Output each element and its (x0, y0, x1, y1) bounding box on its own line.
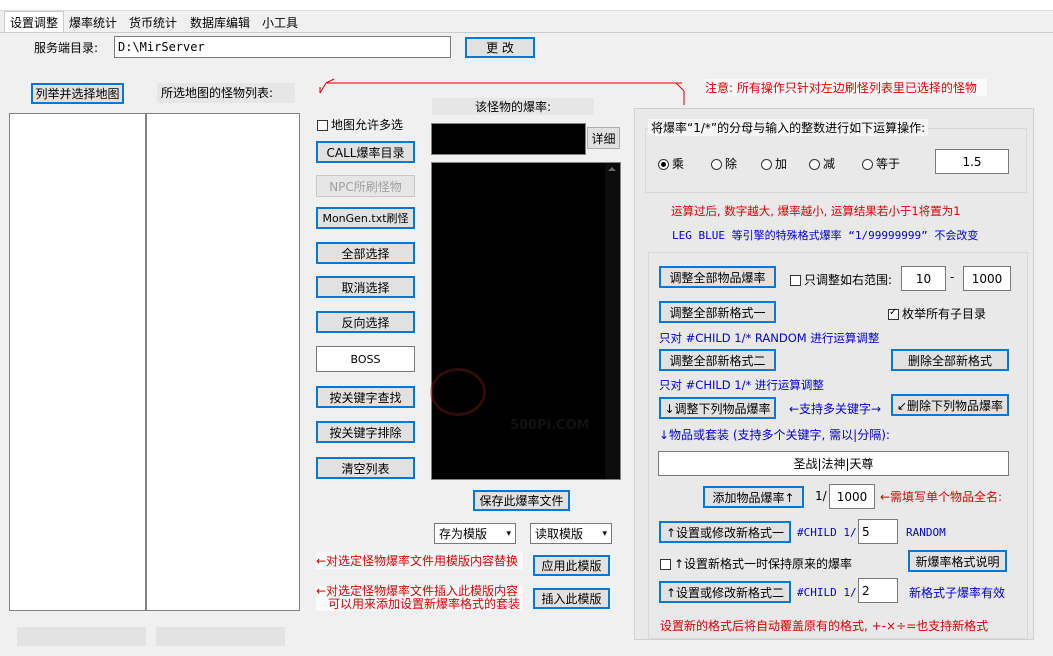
tab-underline (0, 32, 1053, 33)
calc-hint-blue: LEG BLUE 等引擎的特殊格式爆率 “1/99999999” 不会改变 (672, 229, 979, 242)
add-prefix: 1/ (815, 489, 827, 503)
list-maps-button[interactable]: 列举并选择地图 (31, 83, 124, 104)
op-equal[interactable]: 等于 (862, 155, 900, 172)
range-dash: - (950, 270, 955, 284)
enum-subdirs-check[interactable]: 枚举所有子目录 (888, 305, 986, 322)
tab-drop-stats[interactable]: 爆率统计 (64, 12, 122, 32)
delete-new-button[interactable]: 删除全部新格式 (891, 349, 1009, 371)
map-list-footer (17, 627, 146, 646)
op-add[interactable]: 加 (761, 155, 787, 172)
select-all-button[interactable]: 全部选择 (316, 242, 415, 264)
radio-icon (711, 159, 722, 170)
range-to-input[interactable]: 1000 (963, 266, 1011, 291)
adjust-all-button[interactable]: 调整全部物品爆率 (659, 266, 776, 288)
allow-multi-map-check[interactable]: 地图允许多选 (317, 116, 403, 133)
monster-list-label: 所选地图的怪物列表: (157, 83, 295, 103)
operation-title: 将爆率“1/*”的分母与输入的整数进行如下运算操作: (648, 119, 929, 136)
apply-template-note: ←对选定怪物爆率文件用模版内容替换 (316, 552, 523, 569)
adjust-below-button[interactable]: ↓调整下列物品爆率 (659, 397, 776, 419)
watermark-text: 500Pi.COM (510, 418, 590, 433)
add-item-rate-button[interactable]: 添加物品爆率↑ (703, 486, 804, 508)
tab-tools[interactable]: 小工具 (257, 12, 303, 32)
keyword-find-button[interactable]: 按关键字查找 (316, 386, 415, 408)
deselect-button[interactable]: 取消选择 (316, 276, 415, 298)
note-child-random: 只对 #CHILD 1/* RANDOM 进行运算调整 (659, 331, 880, 345)
tab-db-edit[interactable]: 数据库编辑 (185, 12, 255, 32)
op-subtract[interactable]: 减 (809, 155, 835, 172)
checkbox-icon (790, 275, 801, 286)
range-check[interactable]: 只调整如右范围: (790, 271, 892, 288)
server-dir-input[interactable]: D:\MirServer (114, 36, 451, 58)
call-drop-dir-button[interactable]: CALL爆率目录 (316, 141, 415, 163)
calc-hint-red: 运算过后, 数字越大, 爆率越小, 运算结果若小于1将置为1 (671, 204, 961, 218)
tab-currency-stats[interactable]: 货币统计 (124, 12, 182, 32)
server-dir-label: 服务端目录: (34, 41, 99, 55)
op-multiply[interactable]: 乘 (658, 155, 684, 172)
keep-original-check[interactable]: ↑设置新格式一时保持原来的爆率 (660, 555, 852, 572)
change-dir-button[interactable]: 更 改 (465, 37, 535, 58)
title-bar (0, 0, 1053, 11)
insert-template-button[interactable]: 插入此模版 (533, 588, 610, 609)
adjust-new1-button[interactable]: 调整全部新格式一 (659, 301, 776, 323)
drop-rate-summary (431, 123, 586, 155)
notice-text: 注意: 所有操作只针对左边刷怪列表里已选择的怪物 (705, 79, 987, 96)
editor-scrollbar[interactable] (605, 163, 620, 479)
new-format-help-button[interactable]: 新爆率格式说明 (908, 550, 1007, 572)
radio-icon (862, 159, 873, 170)
set-new2-button[interactable]: ↑设置或修改新格式二 (659, 581, 791, 603)
new2-rate-input[interactable]: 2 (858, 578, 898, 603)
boss-keyword-input[interactable]: BOSS (316, 346, 415, 372)
child-prefix-1: #CHILD 1/ (797, 526, 857, 539)
npc-monster-button[interactable]: NPC所刷怪物 (316, 175, 415, 197)
adjust-new2-button[interactable]: 调整全部新格式二 (659, 349, 776, 371)
radio-icon (761, 159, 772, 170)
item-keyword-input[interactable]: 圣战|法神|天尊 (658, 451, 1009, 476)
new2-note: 新格式子爆率有效 (909, 586, 1006, 600)
save-drop-file-button[interactable]: 保存此爆率文件 (473, 490, 570, 511)
apply-template-button[interactable]: 应用此模版 (533, 555, 610, 576)
child-prefix-2: #CHILD 1/ (797, 586, 857, 599)
note-child: 只对 #CHILD 1/* 进行运算调整 (659, 378, 824, 392)
range-from-input[interactable]: 10 (901, 266, 946, 291)
multi-keyword-note: ←支持多关键字→ (789, 402, 882, 416)
delete-below-button[interactable]: ↙删除下列物品爆率 (891, 394, 1009, 416)
insert-template-note: ←对选定怪物爆率文件插入此模版内容 可以用来添加设置新爆率格式的套装 (316, 585, 523, 611)
radio-icon (658, 159, 669, 170)
scroll-up-icon[interactable] (608, 167, 616, 171)
chevron-down-icon: ▾ (506, 528, 511, 539)
watermark-logo-icon (430, 368, 486, 416)
op-divide[interactable]: 除 (711, 155, 737, 172)
checkbox-icon (660, 559, 671, 570)
monster-list-footer (156, 627, 285, 646)
keyword-exclude-button[interactable]: 按关键字排除 (316, 421, 415, 443)
op-value-input[interactable]: 1.5 (935, 149, 1009, 174)
checkbox-icon (317, 120, 328, 131)
detail-button[interactable]: 详细 (587, 127, 620, 149)
drop-rate-label: 该怪物的爆率: (432, 98, 594, 115)
tab-settings[interactable]: 设置调整 (4, 11, 65, 33)
random-label: RANDOM (906, 526, 946, 539)
set-new1-button[interactable]: ↑设置或修改新格式一 (659, 521, 791, 543)
new1-rate-input[interactable]: 5 (858, 519, 898, 544)
add-note: ←需填写单个物品全名: (880, 490, 1003, 504)
clear-list-button[interactable]: 清空列表 (316, 457, 415, 479)
add-rate-input[interactable]: 1000 (829, 484, 875, 509)
invert-select-button[interactable]: 反向选择 (316, 311, 415, 333)
map-list[interactable] (9, 113, 146, 611)
monster-list[interactable] (146, 113, 300, 611)
mongen-button[interactable]: MonGen.txt刷怪 (316, 207, 415, 229)
chevron-down-icon: ▾ (602, 528, 607, 539)
read-template-select[interactable]: 读取模版 ▾ (530, 523, 612, 544)
radio-icon (809, 159, 820, 170)
save-template-select[interactable]: 存为模版 ▾ (434, 523, 516, 544)
item-hint: ↓物品或套装 (支持多个关键字, 需以|分隔): (659, 428, 890, 442)
bottom-note: 设置新的格式后将自动覆盖原有的格式, +-×÷=也支持新格式 (660, 619, 989, 633)
checkbox-icon (888, 307, 899, 320)
